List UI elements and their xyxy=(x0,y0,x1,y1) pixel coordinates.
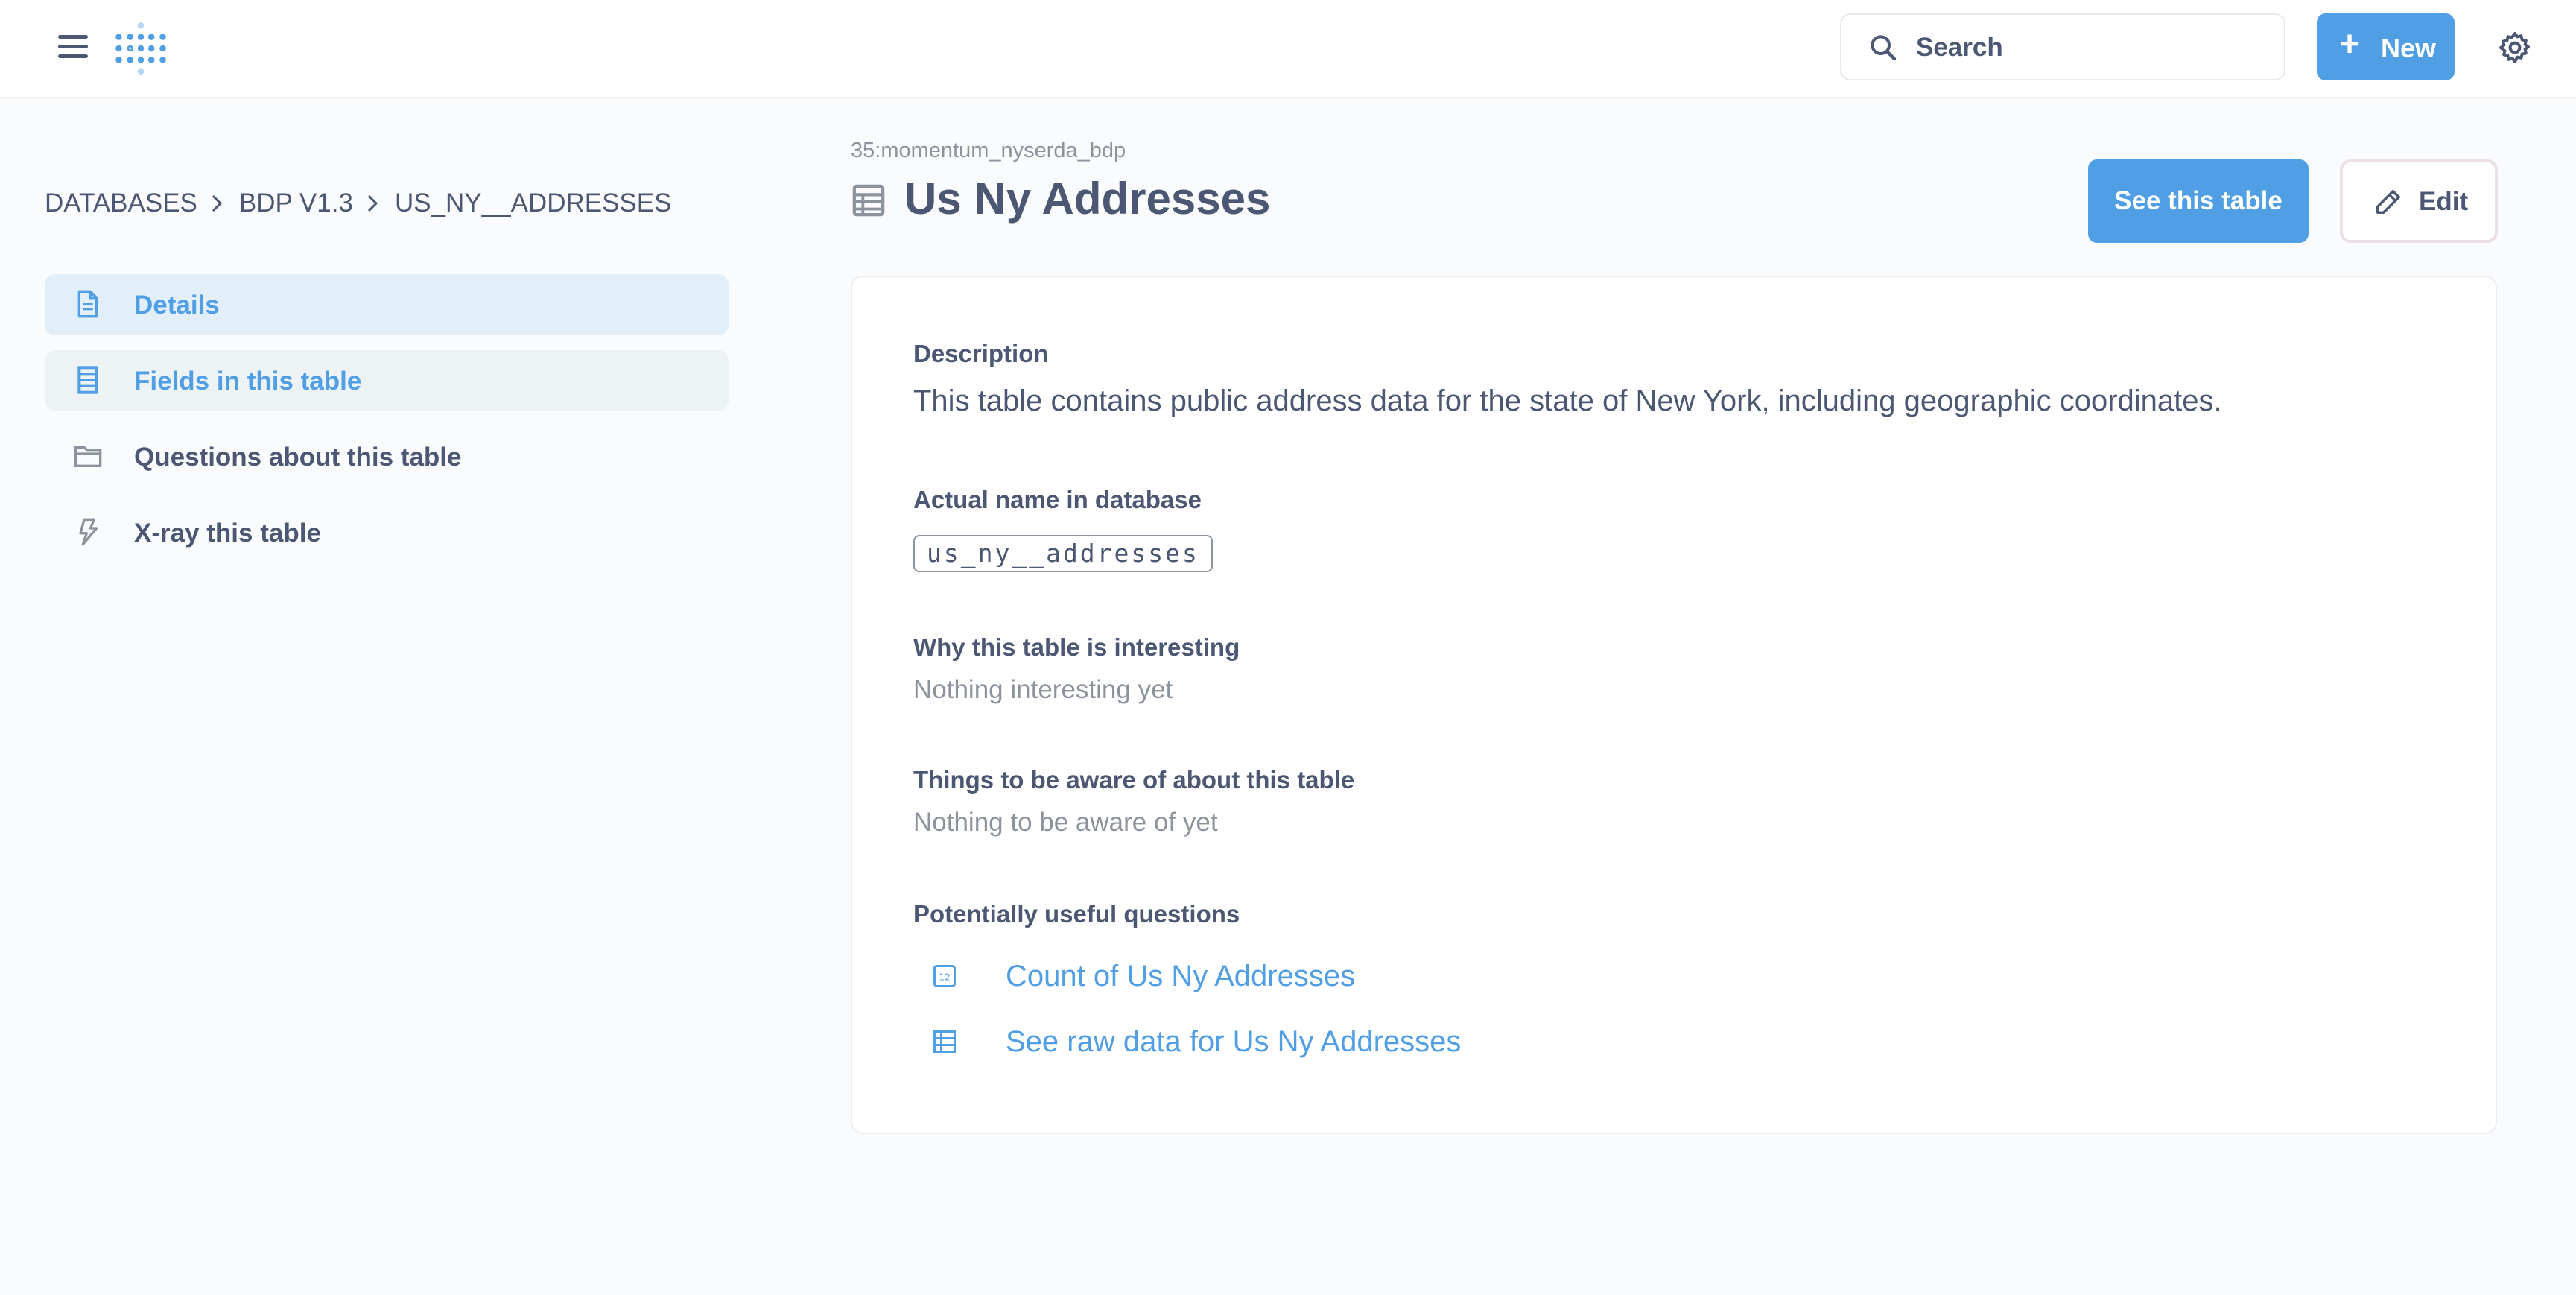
interesting-label: Why this table is interesting xyxy=(913,633,1240,661)
bolt-icon xyxy=(79,518,98,546)
chevron-right-icon xyxy=(353,189,395,218)
description-value: This table contains public address data … xyxy=(913,384,2222,417)
edit-button-label: Edit xyxy=(2419,187,2469,216)
hamburger-icon[interactable] xyxy=(58,35,88,60)
document-icon xyxy=(77,290,98,318)
folder-icon xyxy=(74,446,102,467)
actual-name-label: Actual name in database xyxy=(913,486,1202,513)
sidebar-item-label: Details xyxy=(134,291,220,320)
metabase-logo[interactable] xyxy=(112,19,170,77)
search-icon xyxy=(1871,35,1897,61)
breadcrumb: DATABASES BDP V1.3 US_NY__ADDRESSES xyxy=(45,185,671,222)
table-icon xyxy=(852,184,885,217)
search-placeholder: Search xyxy=(1916,33,2003,62)
question-link-label: See raw data for Us Ny Addresses xyxy=(1006,1025,1462,1058)
details-card: Description This table contains public a… xyxy=(851,276,2497,1134)
chevron-right-icon xyxy=(197,189,239,218)
breadcrumb-database[interactable]: BDP V1.3 xyxy=(239,189,353,218)
database-path: 35:momentum_nyserda_bdp xyxy=(851,139,1126,162)
svg-text:12: 12 xyxy=(939,972,950,982)
edit-button[interactable]: Edit xyxy=(2340,159,2498,243)
pencil-icon xyxy=(2376,190,2400,214)
table-icon xyxy=(933,1030,956,1053)
plus-icon: + xyxy=(2339,25,2361,64)
sidebar-item-xray[interactable]: X-ray this table xyxy=(45,502,729,563)
number-icon: 12 xyxy=(933,965,956,987)
description-label: Description xyxy=(913,340,1049,367)
new-button-label: New xyxy=(2381,33,2437,63)
gear-icon[interactable] xyxy=(2497,30,2533,66)
breadcrumb-table[interactable]: US_NY__ADDRESSES xyxy=(395,189,672,218)
actual-name-value: us_ny__addresses xyxy=(913,535,1213,572)
search-input[interactable]: Search xyxy=(1840,13,2285,80)
sidebar-item-fields[interactable]: Fields in this table xyxy=(45,350,729,411)
sidebar-item-questions[interactable]: Questions about this table xyxy=(45,426,729,487)
sidebar-item-label: X-ray this table xyxy=(134,519,321,548)
sidebar-item-label: Fields in this table xyxy=(134,367,362,396)
caveats-value: Nothing to be aware of yet xyxy=(913,808,1218,837)
breadcrumb-databases[interactable]: DATABASES xyxy=(45,189,197,218)
see-this-table-button[interactable]: See this table xyxy=(2088,159,2309,243)
caveats-label: Things to be aware of about this table xyxy=(913,766,1355,794)
new-button[interactable]: + New xyxy=(2317,13,2455,80)
question-link-label: Count of Us Ny Addresses xyxy=(1006,960,1356,992)
sidebar-item-details[interactable]: Details xyxy=(45,274,729,335)
top-navigation-bar: Search + New xyxy=(0,0,2576,98)
sidebar-item-label: Questions about this table xyxy=(134,443,462,472)
interesting-value: Nothing interesting yet xyxy=(913,675,1173,704)
useful-questions-label: Potentially useful questions xyxy=(913,900,1240,928)
page-title: Us Ny Addresses xyxy=(904,174,1271,224)
list-icon xyxy=(77,366,98,394)
